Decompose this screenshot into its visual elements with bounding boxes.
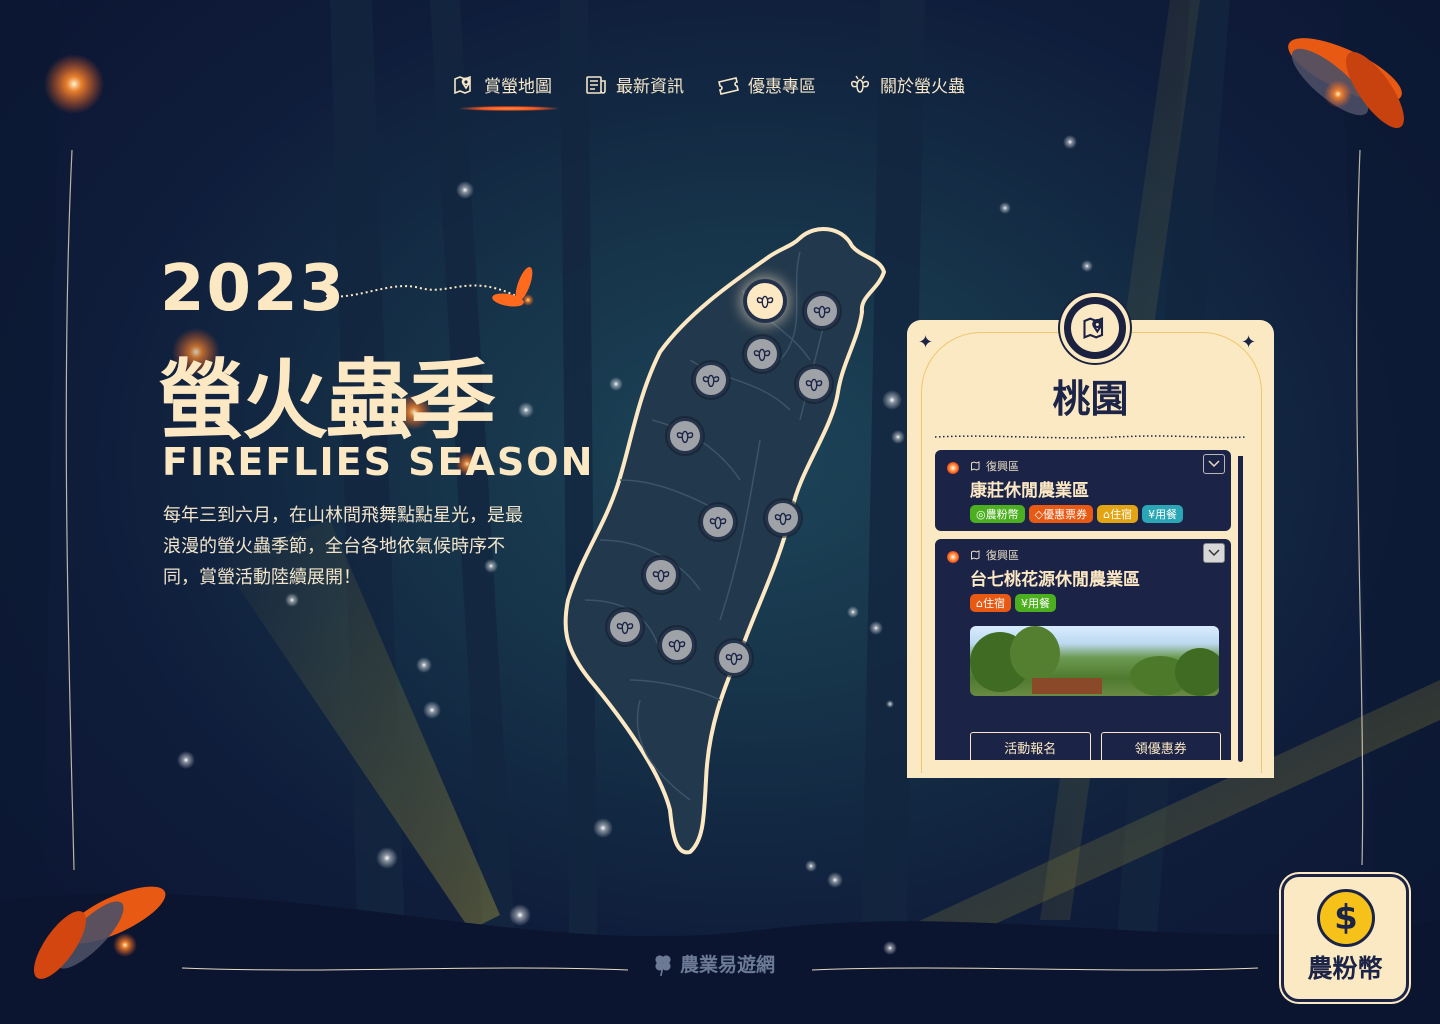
chevron-down-icon xyxy=(1208,460,1220,468)
firefly-icon xyxy=(702,374,720,388)
map-marker[interactable] xyxy=(659,627,695,663)
map-marker-taoyuan[interactable] xyxy=(747,283,783,319)
sparkle-icon: ✦ xyxy=(1241,332,1257,353)
map-pin-icon xyxy=(1083,317,1104,339)
footer-line-right xyxy=(812,967,1258,971)
firefly-icon xyxy=(753,348,771,362)
tag-lodging: ⌂住宿 xyxy=(970,594,1011,612)
tag-coin: ◎農粉幣 xyxy=(970,505,1025,523)
tag-dining: ¥用餐 xyxy=(1014,594,1056,612)
tag-lodging: ⌂住宿 xyxy=(1097,505,1139,523)
map-marker[interactable] xyxy=(804,293,840,329)
firefly-glow-icon xyxy=(947,462,959,474)
farm-tags: ⌂住宿 ¥用餐 xyxy=(970,594,1221,612)
map-marker[interactable] xyxy=(700,504,736,540)
firefly-icon xyxy=(652,569,670,583)
map-marker[interactable] xyxy=(693,362,729,398)
farm-district: 復興區 xyxy=(970,458,1221,474)
map-pin-icon xyxy=(971,550,980,560)
farm-card[interactable]: 復興區 康莊休閒農業區 ◎農粉幣 ◇優惠票券 ⌂住宿 ¥用餐 xyxy=(935,450,1231,531)
map-marker[interactable] xyxy=(765,500,801,536)
firefly-icon xyxy=(725,652,743,666)
scrollbar-thumb[interactable] xyxy=(1238,456,1243,578)
card-badge xyxy=(1060,293,1130,363)
footer-brand[interactable]: 農業易遊網 xyxy=(650,950,775,977)
farm-district: 復興區 xyxy=(970,547,1221,563)
firefly-icon xyxy=(774,512,792,526)
farm-actions: 活動報名 領優惠券 xyxy=(970,732,1221,760)
district-label: 復興區 xyxy=(986,549,1019,562)
farm-photo xyxy=(970,626,1219,696)
map-marker[interactable] xyxy=(744,336,780,372)
firefly-icon xyxy=(813,305,831,319)
firefly-icon xyxy=(709,516,727,530)
firefly-icon xyxy=(805,378,823,392)
tag-coupon: ◇優惠票券 xyxy=(1028,505,1094,523)
get-coupon-button[interactable]: 領優惠券 xyxy=(1100,732,1221,760)
firefly-icon xyxy=(676,430,694,444)
farm-name: 台七桃花源休閒農業區 xyxy=(970,570,1140,590)
footer-brand-label: 農業易遊網 xyxy=(680,954,776,976)
coin-label: 農粉幣 xyxy=(1307,954,1383,983)
expand-toggle[interactable] xyxy=(1203,454,1225,474)
map-marker[interactable] xyxy=(796,366,832,402)
footer-line-left xyxy=(182,967,628,971)
firefly-icon xyxy=(668,639,686,653)
collapse-toggle[interactable] xyxy=(1203,543,1225,563)
firefly-icon xyxy=(616,621,634,635)
farm-list[interactable]: 復興區 康莊休閒農業區 ◎農粉幣 ◇優惠票券 ⌂住宿 ¥用餐 復興區 台七桃花源… xyxy=(935,450,1231,760)
sparkle-icon: ✦ xyxy=(918,332,934,353)
tag-dining: ¥用餐 xyxy=(1142,505,1184,523)
farm-name: 康莊休閒農業區 xyxy=(970,481,1089,501)
farm-list-scrollbar[interactable] xyxy=(1238,456,1243,762)
firefly-icon xyxy=(756,295,774,309)
divider xyxy=(935,435,1246,439)
chevron-down-icon xyxy=(1208,549,1220,557)
coin-icon: $ xyxy=(1317,889,1375,947)
farm-coin-button[interactable]: $ 農粉幣 xyxy=(1281,874,1409,1002)
signup-button[interactable]: 活動報名 xyxy=(970,732,1091,760)
farm-tags: ◎農粉幣 ◇優惠票券 ⌂住宿 ¥用餐 xyxy=(970,505,1221,523)
map-pin-icon xyxy=(971,461,980,471)
map-marker[interactable] xyxy=(716,640,752,676)
clover-logo-icon xyxy=(655,954,671,976)
farm-card[interactable]: 復興區 台七桃花源休閒農業區 ⌂住宿 ¥用餐 活動報名 領優惠券 xyxy=(935,539,1231,760)
region-title: 桃園 xyxy=(1052,377,1129,421)
map-marker[interactable] xyxy=(667,418,703,454)
map-marker[interactable] xyxy=(607,609,643,645)
firefly-glow-icon xyxy=(947,551,959,563)
map-marker[interactable] xyxy=(643,557,679,593)
district-label: 復興區 xyxy=(986,460,1019,473)
